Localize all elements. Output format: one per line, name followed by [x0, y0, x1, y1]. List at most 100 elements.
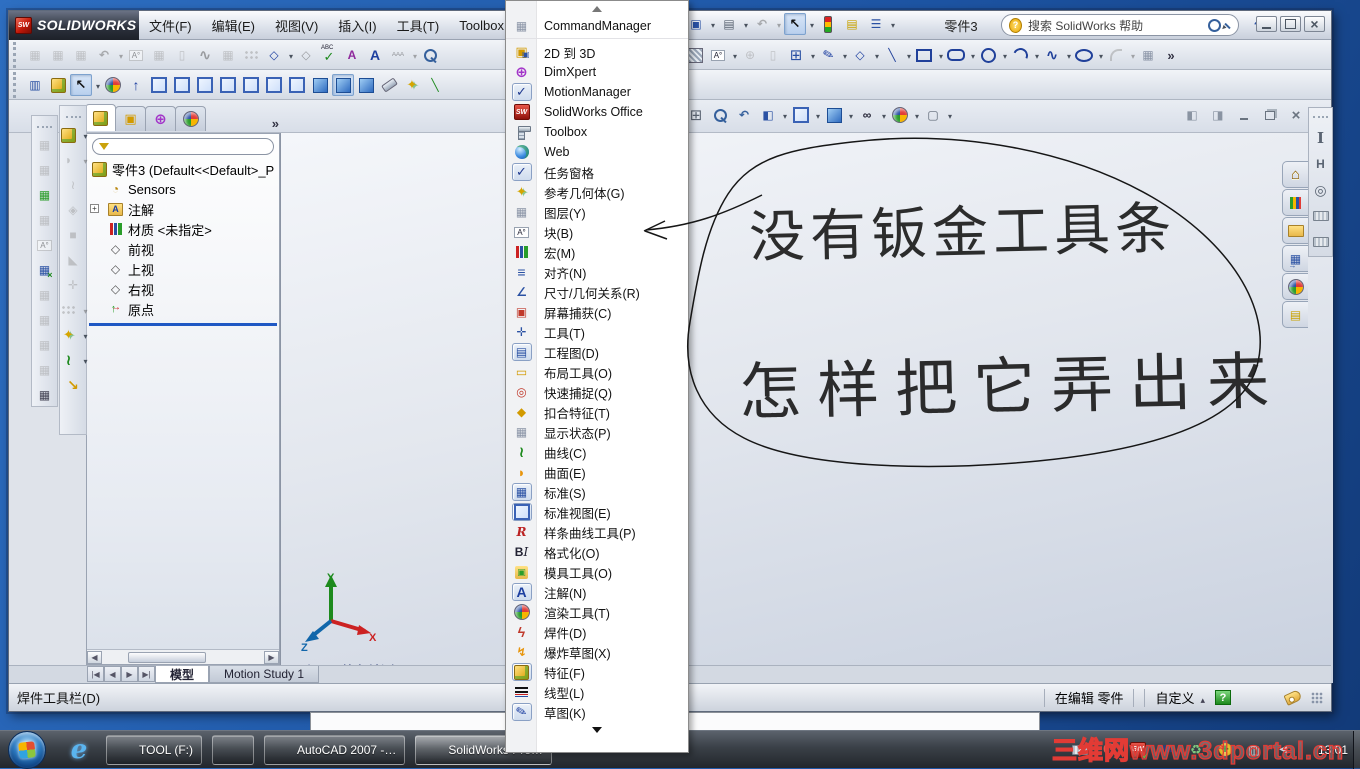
undo-icon[interactable] — [751, 13, 781, 35]
tbl-icon[interactable] — [34, 284, 56, 306]
menu-item[interactable]: 布局工具(O) — [506, 362, 688, 382]
partcolored-icon[interactable] — [47, 74, 69, 96]
taskbar-button[interactable]: AutoCAD 2007 -… — [264, 734, 406, 765]
tag-icon[interactable] — [1283, 689, 1303, 706]
wheel-icon[interactable] — [1310, 179, 1332, 201]
ellipseI-icon[interactable] — [1073, 44, 1103, 66]
tbl-icon[interactable] — [24, 44, 46, 66]
menu-item[interactable]: 尺寸/几何关系(R) — [506, 282, 688, 302]
tree-item[interactable]: Sensors — [87, 179, 279, 199]
spline-icon[interactable] — [194, 44, 216, 66]
task-pane-tab[interactable] — [1282, 245, 1308, 272]
prev-tab-icon[interactable]: ◀ — [104, 666, 121, 682]
colorball-icon[interactable] — [102, 74, 124, 96]
prevview-icon[interactable] — [733, 104, 755, 126]
scroll-thumb[interactable] — [128, 651, 206, 663]
tbl-icon[interactable] — [217, 44, 239, 66]
sheetprops-icon[interactable] — [24, 74, 46, 96]
menu-item[interactable]: 渲染工具(T) — [506, 602, 688, 622]
tbl-icon[interactable] — [34, 359, 56, 381]
menu-item[interactable]: 图层(Y) — [506, 202, 688, 222]
trimH-icon[interactable] — [1310, 153, 1332, 175]
wirecube-icon[interactable] — [286, 74, 308, 96]
tblX-icon[interactable] — [34, 259, 56, 281]
blockA-icon[interactable] — [125, 44, 147, 66]
sweep-icon[interactable] — [62, 174, 84, 196]
menu-item[interactable]: 工程图(D) — [506, 342, 688, 362]
section-icon[interactable] — [757, 104, 787, 126]
refgeom-icon[interactable] — [58, 324, 87, 346]
menu-item[interactable]: 2D 到 3D — [506, 42, 688, 62]
colorball-icon[interactable] — [889, 104, 919, 126]
restw-icon[interactable] — [1259, 104, 1281, 126]
tree-item[interactable]: 原点 — [87, 299, 279, 319]
blockA-icon[interactable] — [707, 44, 737, 66]
menu-item[interactable]: 标准视图(E) — [506, 502, 688, 522]
next-tab-icon[interactable]: ▶ — [121, 666, 138, 682]
selarrow-icon[interactable] — [70, 74, 100, 96]
start-button[interactable] — [8, 730, 46, 769]
menu-item[interactable]: 模具工具(O) — [506, 562, 688, 582]
wirecube-icon[interactable] — [790, 104, 820, 126]
menu-item[interactable]: 扣合特征(T) — [506, 402, 688, 422]
menu-item[interactable]: 视图(V) — [265, 11, 328, 40]
show-desktop-button[interactable] — [1353, 731, 1360, 769]
menu-item[interactable]: 插入(I) — [328, 11, 386, 40]
menu-scroll-up-icon[interactable] — [506, 1, 688, 16]
tree-filter-input[interactable] — [92, 138, 274, 155]
spline-icon[interactable] — [1041, 44, 1071, 66]
help-status-icon[interactable]: ? — [1215, 690, 1231, 705]
kbd-icon[interactable] — [1310, 231, 1332, 253]
menu-item[interactable]: Web — [506, 142, 688, 162]
menu-item[interactable]: 曲面(E) — [506, 462, 688, 482]
zoom1-icon[interactable] — [419, 44, 441, 66]
selarrow-icon[interactable] — [784, 13, 814, 35]
cubeS-icon[interactable] — [62, 224, 84, 246]
loft-icon[interactable] — [62, 199, 84, 221]
props-icon[interactable] — [841, 13, 863, 35]
smartdim-icon[interactable] — [263, 44, 293, 66]
rect-icon[interactable] — [913, 44, 943, 66]
tab-appearances[interactable] — [175, 106, 206, 131]
resize-grip[interactable] — [1311, 691, 1323, 704]
tree-item[interactable]: 材质 <未指定> — [87, 219, 279, 239]
wirecube-icon[interactable] — [194, 74, 216, 96]
tab-model[interactable]: 模型 — [155, 666, 210, 683]
tbl-icon[interactable] — [34, 134, 56, 156]
tbl-icon[interactable] — [34, 209, 56, 231]
blockA-icon[interactable] — [34, 234, 56, 256]
slot-icon[interactable] — [945, 44, 975, 66]
menu-item[interactable]: Toolbox — [506, 122, 688, 142]
tbl-icon[interactable] — [70, 44, 92, 66]
traffic-icon[interactable] — [817, 13, 839, 35]
menu-item[interactable]: 工具(T) — [387, 11, 450, 40]
closew-icon[interactable] — [1285, 104, 1307, 126]
shadedcube-icon[interactable] — [355, 74, 377, 96]
tab-motion-study[interactable]: Motion Study 1 — [209, 666, 320, 683]
formatpaint-icon[interactable] — [341, 44, 363, 66]
menu-item[interactable]: MotionManager — [506, 82, 688, 102]
tree-item[interactable]: 注解 — [87, 199, 279, 219]
wirecube-icon[interactable] — [217, 74, 239, 96]
task-pane-tab[interactable] — [1282, 273, 1308, 300]
tblcolored-icon[interactable] — [34, 184, 56, 206]
menu-item[interactable]: 草图(K) — [506, 702, 688, 722]
tab-dimxpert[interactable] — [145, 106, 176, 131]
table-icon[interactable] — [785, 44, 815, 66]
menu-item[interactable]: 快速捕捉(Q) — [506, 382, 688, 402]
menu-item[interactable]: 线型(L) — [506, 682, 688, 702]
splitR-icon[interactable] — [1207, 104, 1229, 126]
menu-item[interactable]: 工具(T) — [506, 322, 688, 342]
close-button[interactable] — [1304, 16, 1325, 32]
shadedcube-icon[interactable] — [823, 104, 853, 126]
menu-scroll-down-icon[interactable] — [506, 722, 688, 737]
tree-horizontal-scrollbar[interactable]: ◀ ▶ — [87, 649, 279, 664]
graphics-area[interactable]: Y X Z *上下二等角轴测 — [280, 133, 1333, 683]
extrude-icon[interactable] — [58, 124, 87, 146]
dots-icon[interactable] — [58, 299, 87, 321]
centermark-icon[interactable] — [739, 44, 761, 66]
search-icon[interactable] — [1205, 17, 1223, 33]
wirecube-icon[interactable] — [263, 74, 285, 96]
menu-item[interactable]: 注解(N) — [506, 582, 688, 602]
tbl-icon[interactable] — [47, 44, 69, 66]
